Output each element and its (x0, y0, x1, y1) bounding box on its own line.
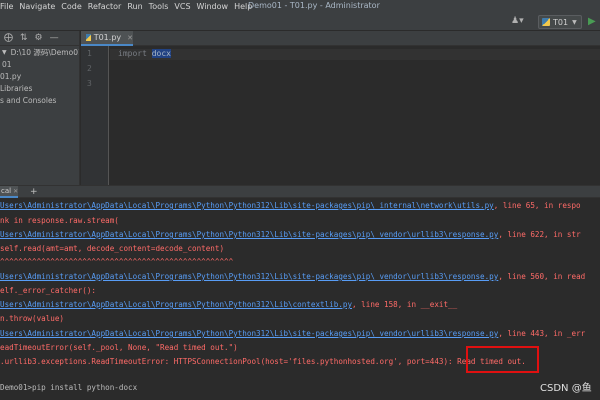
line-number: 1 (87, 49, 92, 58)
tab-label: T01.py (93, 33, 122, 42)
close-icon[interactable]: ✕ (13, 188, 18, 195)
chevron-down-icon: ▼ (2, 48, 7, 56)
console-line: self.read(amt=amt, decode_content=decode… (0, 244, 224, 253)
locate-icon[interactable]: ⨁ (4, 33, 13, 43)
tree-item-label: s and Consoles (0, 95, 57, 105)
run-config-dropdown[interactable]: T01 ▼ (538, 15, 582, 29)
console-text: , line 65, in respo (493, 201, 581, 210)
tree-item-root[interactable]: ▼ D:\10 源码\Demo01 (0, 46, 79, 58)
console-line: Users\Administrator\AppData\Local\Progra… (0, 230, 581, 239)
project-toolbar: ⨁ ⇅ ⚙ — (0, 31, 79, 46)
console-text: , line 622, in str (498, 230, 581, 239)
console-line: eadTimeoutError(self._pool, None, "Read … (0, 343, 238, 352)
console-text: , line 158, in __exit__ (352, 300, 458, 309)
file-link[interactable]: Users\Administrator\AppData\Local\Progra… (0, 230, 498, 239)
menu-tools[interactable]: Tools (146, 2, 172, 11)
console-text: self.read(amt=amt, decode_content=decode… (0, 244, 225, 253)
python-file-icon (86, 34, 91, 41)
console-line: Users\Administrator\AppData\Local\Progra… (0, 329, 585, 338)
console-text: eadTimeoutError(self._pool, None, "Read … (0, 343, 238, 352)
user-icon[interactable]: ♟▾ (511, 16, 529, 28)
console-line: .urllib3.exceptions.ReadTimeoutError: HT… (0, 357, 526, 366)
line-number: 2 (87, 64, 92, 73)
tree-item-label: 01.py (0, 71, 22, 81)
menu-file[interactable]: File (0, 2, 16, 11)
run-tab-bar: cal ✕ + (0, 185, 600, 198)
console-line: Users\Administrator\AppData\Local\Progra… (0, 201, 581, 210)
menu-run[interactable]: Run (124, 2, 145, 11)
console-line: ^^^^^^^^^^^^^^^^^^^^^^^^^^^^^^^^^^^^^^^^… (0, 257, 233, 266)
tree-item-libraries[interactable]: Libraries (0, 82, 79, 94)
console-text: n.throw(value) (0, 314, 65, 323)
tree-item-scratches[interactable]: s and Consoles (0, 94, 79, 106)
menu-code[interactable]: Code (58, 2, 84, 11)
tree-item-label: D:\10 源码\Demo01 (10, 47, 80, 57)
add-tab-button[interactable]: + (30, 186, 38, 198)
code-editor[interactable]: import docx (110, 46, 600, 185)
tree-item[interactable]: 01 (0, 58, 79, 70)
console-text: elf._error_catcher(): (0, 286, 97, 295)
console-text: nk in response.raw.stream( (0, 216, 119, 225)
console-line: n.throw(value) (0, 314, 64, 323)
project-panel: ⨁ ⇅ ⚙ — ▼ D:\10 源码\Demo01 01 01.py Libra… (0, 31, 80, 185)
error-highlight-box (466, 346, 539, 373)
current-line-highlight (110, 49, 600, 60)
terminal-output[interactable]: Users\Administrator\AppData\Local\Progra… (0, 198, 600, 400)
watermark: CSDN @鱼 (540, 383, 592, 394)
menu-vcs[interactable]: VCS (171, 2, 193, 11)
tab-terminal-local[interactable]: cal ✕ (0, 186, 18, 198)
menu-navigate[interactable]: Navigate (16, 2, 58, 11)
code-line: import docx (118, 49, 171, 58)
menu-bar: File Navigate Code Refactor Run Tools VC… (0, 0, 600, 13)
line-number: 3 (87, 79, 92, 88)
import-keyword: import (118, 49, 147, 58)
tree-item-file[interactable]: 01.py (0, 70, 79, 82)
minimize-icon[interactable]: — (50, 33, 59, 43)
command-prompt: Demo01>pip install python-docx (0, 383, 138, 392)
editor-tab-bar: T01.py ✕ (81, 31, 600, 46)
console-line: elf._error_catcher(): (0, 286, 96, 295)
collapse-icon[interactable]: ⇅ (20, 33, 28, 43)
file-link[interactable]: Users\Administrator\AppData\Local\Progra… (0, 300, 352, 309)
run-config-label: T01 (553, 17, 569, 27)
tab-t01-py[interactable]: T01.py ✕ (81, 31, 133, 46)
console-text: .urllib3.exceptions.ReadTimeoutError: HT… (0, 357, 526, 366)
menu-window[interactable]: Window (194, 2, 232, 11)
console-line: Users\Administrator\AppData\Local\Progra… (0, 272, 585, 281)
window-title: Demo01 - T01.py - Administrator (248, 1, 380, 10)
main-toolbar: ♟▾ T01 ▼ ▶ (0, 13, 600, 31)
tree-item-label: Libraries (0, 83, 33, 93)
file-link[interactable]: Users\Administrator\AppData\Local\Progra… (0, 201, 494, 210)
python-file-icon (542, 18, 550, 26)
gear-icon[interactable]: ⚙ (35, 33, 43, 43)
run-icon[interactable]: ▶ (588, 16, 596, 27)
chevron-down-icon: ▼ (572, 18, 577, 26)
console-text: , line 560, in read (498, 272, 586, 281)
file-link[interactable]: Users\Administrator\AppData\Local\Progra… (0, 272, 498, 281)
console-text: ^^^^^^^^^^^^^^^^^^^^^^^^^^^^^^^^^^^^^^^^… (0, 257, 234, 266)
console-text: , line 443, in _err (498, 329, 586, 338)
tree-item-label: 01 (2, 59, 12, 69)
file-link[interactable]: Users\Administrator\AppData\Local\Progra… (0, 329, 498, 338)
console-line: Users\Administrator\AppData\Local\Progra… (0, 300, 457, 309)
line-number-gutter: 1 2 3 (81, 46, 109, 185)
console-line: nk in response.raw.stream( (0, 216, 119, 225)
tab-label: cal (1, 187, 12, 195)
menu-refactor[interactable]: Refactor (85, 2, 125, 11)
module-name: docx (151, 49, 171, 58)
close-icon[interactable]: ✕ (127, 34, 133, 42)
console-prompt-line: Demo01>pip install python-docx (0, 383, 137, 392)
